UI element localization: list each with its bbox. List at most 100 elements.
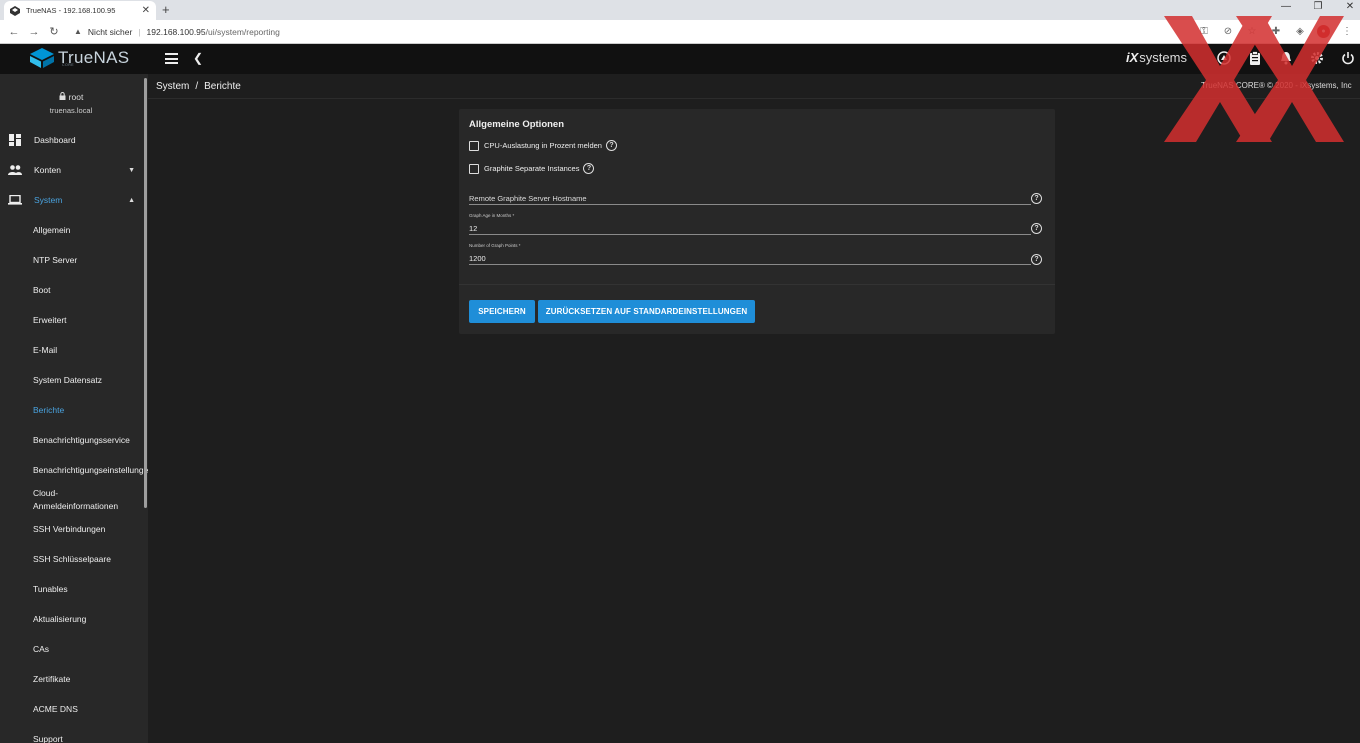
extension-icon[interactable]: ✚	[1269, 24, 1283, 38]
lock-icon	[59, 92, 66, 102]
sidebar-subitem-berichte[interactable]: Berichte	[33, 405, 64, 415]
gear-icon[interactable]	[1309, 50, 1325, 66]
truecommand-icon[interactable]	[1216, 50, 1232, 66]
security-label: Nicht sicher	[87, 26, 133, 37]
sidebar-subitem-aktualisierung[interactable]: Aktualisierung	[33, 614, 86, 624]
new-tab-icon[interactable]: +	[162, 2, 170, 17]
reporting-options-card: Allgemeine Optionen CPU-Auslastung in Pr…	[459, 109, 1055, 334]
breadcrumb-separator: /	[195, 80, 199, 92]
truenas-logo[interactable]: TrueNAS	[30, 48, 129, 68]
sidebar-subitem-cloud-line2[interactable]: Anmeldeinformationen	[33, 501, 118, 511]
copyright-text: TrueNAS CORE® © 2020 - iXsystems, Inc	[1201, 81, 1352, 90]
breadcrumb-parent[interactable]: System	[156, 81, 189, 92]
sidebar-subitem-cloud-line1[interactable]: Cloud-	[33, 488, 58, 498]
clipboard-icon[interactable]	[1247, 50, 1263, 66]
sidebar-scrollbar[interactable]	[144, 78, 147, 508]
card-divider	[459, 284, 1055, 285]
graphite-hostname-placeholder: Remote Graphite Server Hostname	[469, 194, 587, 203]
sidebar-subitem-boot[interactable]: Boot	[33, 285, 51, 295]
bell-icon[interactable]	[1278, 50, 1294, 66]
topbar-icons	[1216, 50, 1356, 66]
sidebar-item-dashboard[interactable]: Dashboard	[0, 129, 142, 151]
url-field[interactable]: ▲ Nicht sicher | 192.168.100.95/ui/syste…	[74, 27, 280, 37]
sidebar-subitem-benachrichtigungsservice[interactable]: Benachrichtigungsservice	[33, 435, 130, 445]
graph-points-label: Number of Graph Points *	[469, 243, 521, 248]
key-icon[interactable]: ⚿	[1197, 24, 1211, 38]
sidebar-item-label: Konten	[34, 165, 61, 175]
sidebar-item-system[interactable]: System ▲	[0, 189, 142, 211]
help-icon[interactable]: ?	[1031, 254, 1042, 265]
tab-close-icon[interactable]: ✕	[142, 5, 150, 16]
sidebar-item-label: Dashboard	[34, 135, 76, 145]
minimize-icon[interactable]: —	[1280, 1, 1292, 12]
dashboard-icon	[8, 133, 22, 147]
caret-down-icon: ▼	[128, 166, 135, 174]
address-bar: ← → ↻ ▲ Nicht sicher | 192.168.100.95/ui…	[0, 20, 1360, 44]
help-icon[interactable]: ?	[1031, 193, 1042, 204]
warning-icon: ▲	[74, 27, 82, 36]
sidebar-subitem-acme-dns[interactable]: ACME DNS	[33, 704, 78, 714]
browser-tabstrip: TrueNAS - 192.168.100.95 ✕ + — ❐ ✕	[0, 0, 1360, 20]
browser-toolbar-icons: ⚿ ⊘ ☆ ✚ ◈ ● ⋮	[1197, 24, 1354, 38]
reset-defaults-button[interactable]: ZURÜCKSETZEN AUF STANDARDEINSTELLUNGEN	[538, 300, 755, 323]
cpu-percent-checkbox[interactable]	[469, 140, 479, 151]
sidebar-subitem-datensatz[interactable]: System Datensatz	[33, 375, 102, 385]
help-icon[interactable]: ?	[1031, 223, 1042, 234]
restore-icon[interactable]: ❐	[1312, 1, 1324, 12]
back-icon[interactable]: ←	[4, 26, 24, 38]
sidebar-subitem-allgemein[interactable]: Allgemein	[33, 225, 70, 235]
sidebar-subitem-ssh-schluessel[interactable]: SSH Schlüsselpaare	[33, 554, 111, 564]
breadcrumb-current: Berichte	[204, 80, 241, 92]
cpu-percent-label[interactable]: CPU-Auslastung in Prozent melden	[484, 141, 602, 150]
url-separator: |	[138, 26, 141, 37]
sidebar-item-label: System	[34, 195, 63, 205]
graphite-separate-label[interactable]: Graphite Separate Instances	[484, 164, 579, 173]
sidebar-subitem-ntp[interactable]: NTP Server	[33, 255, 77, 265]
menu-dots-icon[interactable]: ⋮	[1340, 24, 1354, 38]
cpu-percent-checkbox-row: CPU-Auslastung in Prozent melden ?	[469, 140, 617, 151]
sidebar-subitem-cas[interactable]: CAs	[33, 644, 49, 654]
graphite-separate-checkbox-row: Graphite Separate Instances ?	[469, 163, 595, 174]
laptop-icon	[8, 193, 22, 207]
window-close-icon[interactable]: ✕	[1344, 1, 1356, 12]
tab-title: TrueNAS - 192.168.100.95	[26, 6, 116, 15]
user-name-row: root	[0, 92, 142, 102]
graph-points-field[interactable]: Number of Graph Points * 1200	[469, 243, 1031, 265]
star-icon[interactable]: ☆	[1245, 24, 1259, 38]
url-path: /ui/system/reporting	[205, 26, 280, 37]
forward-icon[interactable]: →	[24, 26, 44, 38]
sidebar-item-accounts[interactable]: Konten ▼	[0, 159, 142, 181]
card-title: Allgemeine Optionen	[469, 119, 565, 130]
sidebar-subitem-ssh-verbindungen[interactable]: SSH Verbindungen	[33, 524, 105, 534]
sidebar-subitem-support[interactable]: Support	[33, 734, 63, 743]
power-icon[interactable]	[1340, 50, 1356, 66]
profile-avatar-icon[interactable]: ●	[1317, 24, 1330, 38]
sidebar-subitem-zertifikate[interactable]: Zertifikate	[33, 674, 70, 684]
sidebar-subitem-erweitert[interactable]: Erweitert	[33, 315, 67, 325]
graph-age-field[interactable]: Graph Age in Months * 12	[469, 213, 1031, 235]
help-icon[interactable]: ?	[605, 140, 617, 151]
help-icon[interactable]: ?	[583, 163, 595, 174]
graph-age-label: Graph Age in Months *	[469, 213, 515, 218]
logo-subtitle: CORE	[62, 63, 75, 67]
reload-icon[interactable]: ↻	[44, 25, 64, 38]
graphite-separate-checkbox[interactable]	[469, 163, 479, 174]
truenas-favicon-icon	[10, 5, 20, 16]
menu-toggle-icon[interactable]	[165, 53, 178, 64]
shield-icon[interactable]: ◈	[1293, 24, 1307, 38]
window-controls: — ❐ ✕	[1280, 1, 1356, 12]
chevron-left-icon[interactable]: ❮	[193, 51, 203, 65]
blocked-icon[interactable]: ⊘	[1221, 24, 1235, 38]
caret-up-icon: ▲	[128, 196, 135, 204]
browser-tab[interactable]: TrueNAS - 192.168.100.95 ✕	[4, 1, 156, 20]
save-button[interactable]: SPEICHERN	[469, 300, 535, 323]
graph-points-value: 1200	[469, 254, 486, 263]
sidebar-subitem-email[interactable]: E-Mail	[33, 345, 57, 355]
sidebar-subitem-tunables[interactable]: Tunables	[33, 584, 68, 594]
breadcrumb: System / Berichte	[148, 74, 1360, 99]
ixsystems-logo[interactable]: iX systems	[1126, 50, 1187, 65]
user-name: root	[68, 92, 84, 102]
sidebar: root truenas.local Dashboard Konten ▼ Sy…	[0, 74, 148, 743]
graphite-hostname-field[interactable]: Remote Graphite Server Hostname	[469, 193, 1031, 205]
sidebar-subitem-benachrichtigungseinstellungen[interactable]: Benachrichtigungseinstellungen	[33, 465, 148, 475]
